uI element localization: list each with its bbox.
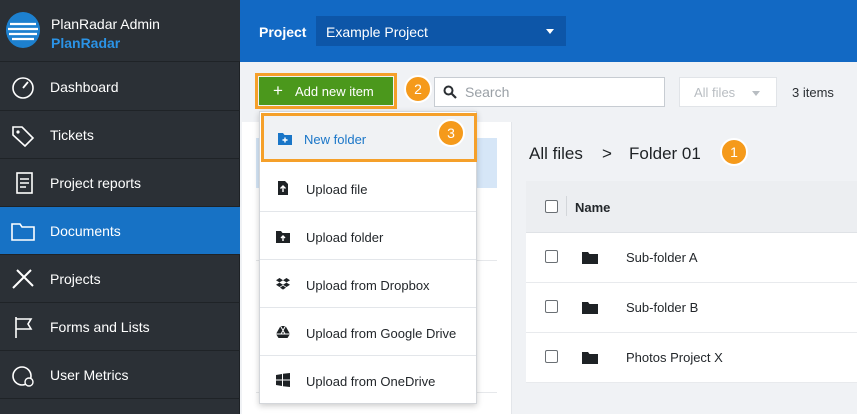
sidebar-item-user-metrics[interactable]: User Metrics [0, 351, 240, 399]
sidebar-item-forms-and-lists[interactable]: Forms and Lists [0, 303, 240, 351]
table-row[interactable]: Sub-folder B [526, 283, 857, 333]
row-checkbox[interactable] [545, 350, 558, 363]
report-icon [9, 170, 37, 196]
flag-icon [9, 314, 37, 340]
sidebar-item-label: Forms and Lists [50, 319, 150, 335]
sidebar-item-label: User Metrics [50, 367, 129, 383]
row-name: Sub-folder B [626, 300, 699, 315]
column-divider [566, 196, 567, 216]
items-count: 3 items [792, 85, 834, 100]
sidebar-item-dashboard[interactable]: Dashboard [0, 63, 240, 111]
dropbox-icon [276, 278, 290, 290]
menu-item-upload-onedrive[interactable]: Upload from OneDrive [260, 356, 476, 404]
callout-badge-3: 3 [437, 119, 465, 147]
column-header-name[interactable]: Name [575, 200, 610, 215]
brand-header: PlanRadar Admin PlanRadar [0, 0, 240, 62]
menu-item-label: New folder [304, 132, 367, 147]
sidebar-item-label: Documents [50, 223, 121, 239]
folder-icon [582, 352, 598, 364]
brand-sub: PlanRadar [51, 35, 121, 51]
pencil-ruler-icon [9, 266, 37, 292]
caret-down-icon [546, 29, 554, 34]
add-new-item-label: Add new item [295, 84, 374, 99]
project-select[interactable]: Example Project [316, 16, 566, 46]
menu-item-upload-folder[interactable]: Upload folder [260, 212, 476, 260]
windows-icon [276, 373, 290, 387]
tag-icon [9, 122, 37, 148]
user-metrics-icon [9, 362, 37, 388]
row-checkbox[interactable] [545, 250, 558, 263]
search-box[interactable] [434, 77, 665, 107]
folder-icon [9, 218, 37, 244]
add-new-item-button[interactable]: + Add new item [259, 77, 393, 105]
menu-item-label: Upload folder [306, 230, 384, 245]
menu-item-label: Upload file [306, 182, 368, 197]
callout-badge-2: 2 [404, 75, 432, 103]
project-label: Project [259, 24, 307, 40]
row-checkbox[interactable] [545, 300, 558, 313]
menu-item-upload-google-drive[interactable]: Upload from Google Drive [260, 308, 476, 356]
sidebar-item-documents[interactable]: Documents [0, 207, 240, 255]
gauge-icon [9, 74, 37, 100]
google-drive-icon [276, 325, 290, 338]
brand-name: PlanRadar Admin [51, 16, 160, 32]
search-icon [443, 85, 457, 104]
breadcrumb-root[interactable]: All files [529, 144, 583, 164]
sidebar-item-project-reports[interactable]: Project reports [0, 159, 240, 207]
upload-folder-icon [276, 231, 290, 243]
file-filter-select[interactable]: All files [679, 77, 777, 107]
menu-item-label: Upload from Google Drive [306, 326, 457, 341]
folder-icon [582, 252, 598, 264]
breadcrumb-current: Folder 01 [629, 144, 701, 163]
menu-item-label: Upload from Dropbox [306, 278, 430, 293]
folder-icon [582, 302, 598, 314]
sidebar-item-label: Tickets [50, 127, 94, 143]
new-folder-icon [278, 133, 292, 145]
project-select-value: Example Project [326, 24, 428, 40]
sidebar-item-tickets[interactable]: Tickets [0, 111, 240, 159]
sidebar-item-label: Dashboard [50, 79, 119, 95]
table-row[interactable]: Sub-folder A [526, 233, 857, 283]
breadcrumb-separator: > [602, 144, 612, 163]
table-row[interactable]: Photos Project X [526, 333, 857, 383]
sidebar-item-label: Projects [50, 271, 101, 287]
planradar-logo-icon [6, 12, 40, 48]
caret-down-icon [752, 91, 760, 96]
select-all-checkbox[interactable] [545, 200, 558, 213]
sidebar-item-label: Project reports [50, 175, 142, 191]
menu-item-upload-file[interactable]: Upload file [260, 164, 476, 212]
plus-icon: + [273, 81, 283, 100]
sidebar-item-projects[interactable]: Projects [0, 255, 240, 303]
top-header: Project Example Project [240, 0, 857, 62]
row-name: Photos Project X [626, 350, 723, 365]
upload-file-icon [278, 181, 288, 195]
file-filter-value: All files [694, 85, 736, 100]
search-input[interactable] [465, 84, 655, 100]
menu-item-upload-dropbox[interactable]: Upload from Dropbox [260, 260, 476, 308]
menu-item-label: Upload from OneDrive [306, 374, 436, 389]
row-name: Sub-folder A [626, 250, 698, 265]
callout-badge-1: 1 [720, 138, 748, 166]
